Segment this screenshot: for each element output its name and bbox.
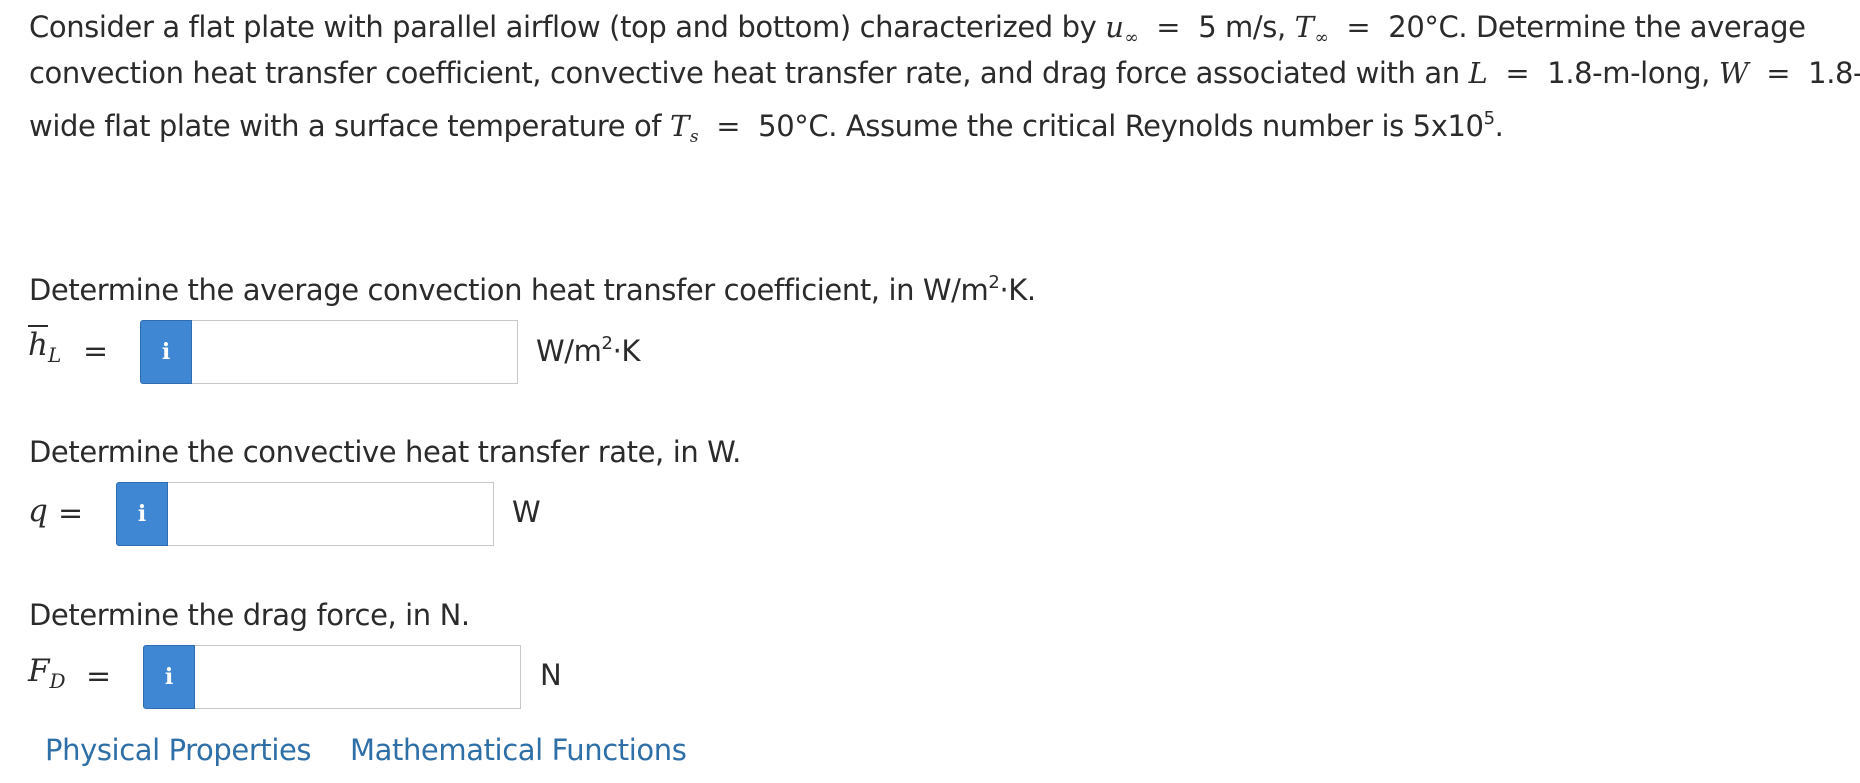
answer-field-q: i (116, 482, 494, 546)
info-icon: i (137, 501, 147, 527)
equals-sign: = (1505, 56, 1530, 90)
prompt-text: ·K. (999, 273, 1036, 307)
q-unit: W (512, 495, 541, 529)
unit-text: W/m (536, 334, 602, 368)
question-3-prompt: Determine the drag force, in N. (29, 598, 470, 632)
t-symbol: T (1294, 10, 1314, 44)
equals-sign: = (58, 496, 84, 531)
length-value: 1.8-m-long, (1547, 56, 1710, 90)
equals-sign: = (86, 659, 112, 694)
info-icon: i (161, 339, 171, 365)
problem-text: convection heat transfer coefficient, co… (29, 56, 1460, 90)
reynolds-exponent: 5 (1483, 108, 1495, 129)
answer-field-h: i (140, 320, 518, 384)
d-subscript: D (49, 669, 66, 693)
mathematical-functions-link[interactable]: Mathematical Functions (350, 733, 687, 767)
l-subscript: L (47, 343, 62, 367)
u-symbol: u (1105, 10, 1124, 44)
info-button[interactable]: i (140, 320, 192, 384)
info-button[interactable]: i (116, 482, 168, 546)
resource-links: Physical Properties Mathematical Functio… (45, 733, 716, 767)
equals-sign: = (83, 334, 109, 369)
problem-text: Consider a flat plate with parallel airf… (29, 10, 1097, 44)
answer-field-fd: i (143, 645, 521, 709)
period: . (1494, 109, 1504, 143)
equals-sign: = (1156, 10, 1181, 44)
problem-line-3: wide flat plate with a surface temperatu… (29, 96, 1859, 147)
exponent: 2 (601, 333, 613, 354)
s-subscript: s (689, 127, 699, 147)
physical-properties-link[interactable]: Physical Properties (45, 733, 312, 767)
info-button[interactable]: i (143, 645, 195, 709)
width-value: 1.8-m (1808, 56, 1860, 90)
h-unit: W/m2·K (536, 333, 640, 368)
f-symbol: F (28, 653, 50, 689)
equals-sign: = (1346, 10, 1371, 44)
info-icon: i (164, 664, 174, 690)
fd-unit: N (540, 658, 562, 692)
surface-temperature-value: 50°C. Assume the critical Reynolds numbe… (758, 109, 1484, 143)
velocity-value: 5 m/s, (1198, 10, 1286, 44)
exponent: 2 (988, 272, 1000, 293)
fd-input[interactable] (195, 645, 521, 709)
problem-line-1: Consider a flat plate with parallel airf… (29, 4, 1859, 50)
h-bar-l-symbol: hL (28, 327, 61, 367)
l-symbol: L (1468, 56, 1488, 90)
prompt-text: Determine the average convection heat tr… (29, 273, 989, 307)
h-input[interactable] (192, 320, 518, 384)
infinity-subscript: ∞ (1124, 28, 1139, 48)
temperature-value: 20°C. Determine the average (1388, 10, 1806, 44)
question-2-prompt: Determine the convective heat transfer r… (29, 435, 741, 469)
problem-text: wide flat plate with a surface temperatu… (29, 109, 662, 143)
ts-symbol: T (669, 109, 689, 143)
question-1-prompt: Determine the average convection heat tr… (29, 272, 1036, 307)
problem-line-2: convection heat transfer coefficient, co… (29, 50, 1860, 96)
w-symbol: W (1718, 56, 1749, 90)
equals-sign: = (716, 109, 741, 143)
fd-symbol: FD (28, 653, 66, 693)
equals-sign: = (1766, 56, 1791, 90)
q-symbol: q (28, 493, 48, 529)
infinity-subscript: ∞ (1314, 28, 1329, 48)
unit-text: ·K (612, 334, 641, 368)
problem-statement: Consider a flat plate with parallel airf… (29, 4, 1860, 147)
h-symbol: h (28, 327, 48, 363)
q-input[interactable] (168, 482, 494, 546)
